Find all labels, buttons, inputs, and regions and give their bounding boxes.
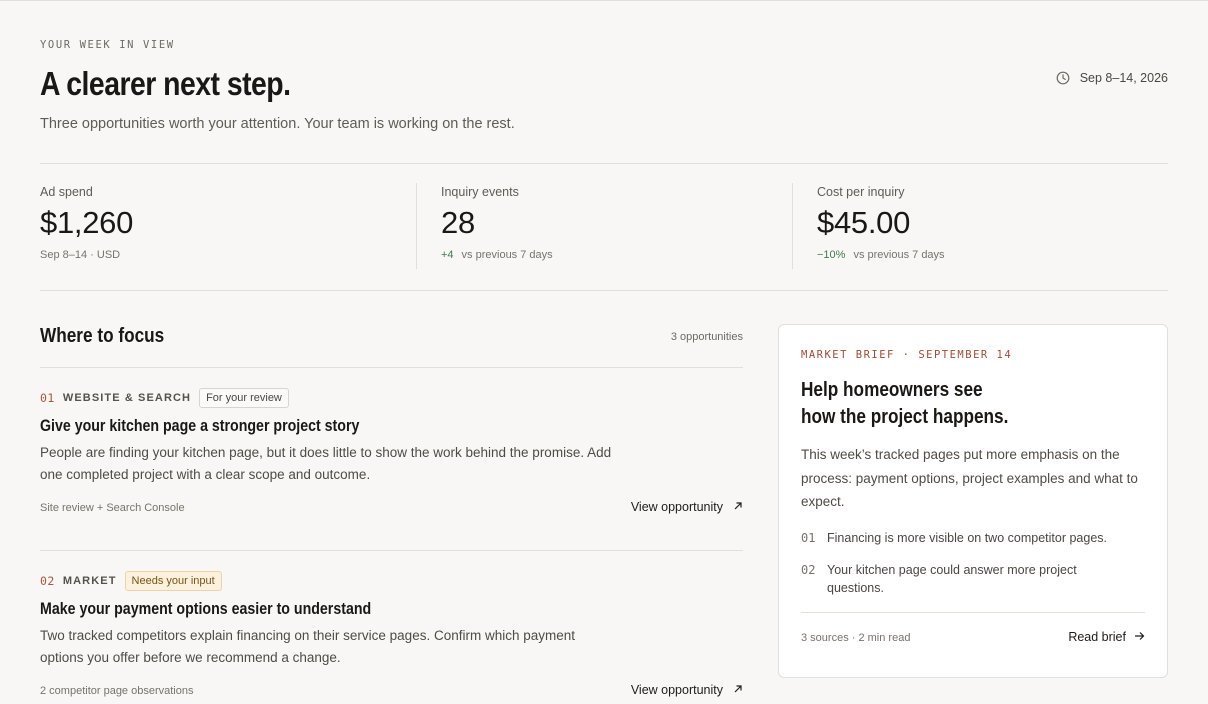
view-opportunity-link[interactable]: View opportunity [631,500,743,514]
stat-label: Cost per inquiry [817,185,905,199]
read-brief-link[interactable]: Read brief [1068,630,1145,644]
stat-ad-spend: Ad spend $1,260 Sep 8–14 · USD [40,183,416,269]
brief-body: This week’s tracked pages put more empha… [801,447,1138,509]
status-badge: Needs your input [124,571,222,591]
page-subtitle: Three opportunities worth your attention… [40,116,515,132]
market-brief-card: MARKET BRIEF · SEPTEMBER 14 Help homeown… [778,324,1168,678]
stat-cost-per-inquiry: Cost per inquiry $45.00 −10% vs previous… [792,183,1168,269]
opportunity-count: 3 opportunities [670,331,743,343]
page-title: A clearer next step. [40,65,291,102]
arrow-up-right-icon [733,500,743,514]
brief-points: 01 Financing is more visible on two comp… [801,529,1121,611]
date-range-label: Sep 8–14, 2026 [1079,71,1168,85]
page-eyebrow: YOUR WEEK IN VIEW [40,39,175,51]
opportunity-category: WEBSITE & SEARCH [62,392,192,404]
opportunity-source: 2 competitor page observations [40,685,194,697]
stat-label: Inquiry events [441,185,519,199]
opportunity-source: Site review + Search Console [40,502,185,514]
stat-meta: −10% vs previous 7 days [817,249,945,261]
status-badge: For your review [199,388,289,408]
date-range[interactable]: Sep 8–14, 2026 [1056,71,1168,85]
opportunity-card: 02 MARKET Needs your input Make your pay… [40,571,743,701]
stat-meta: +4 vs previous 7 days [441,249,553,261]
divider [40,550,743,551]
stat-delta: +4 [441,249,454,261]
divider [40,290,1168,291]
clock-icon [1056,71,1070,85]
divider [801,612,1145,613]
stat-value: 28 [441,205,475,240]
opportunity-category: MARKET [62,575,117,587]
focus-section-title: Where to focus [40,325,165,347]
brief-eyebrow: MARKET BRIEF · SEPTEMBER 14 [801,349,1013,361]
opportunity-number: 02 [40,574,55,588]
arrow-right-icon [1134,630,1145,644]
list-item: 01 Financing is more visible on two comp… [801,531,1107,545]
stats-row: Ad spend $1,260 Sep 8–14 · USD Inquiry e… [40,183,1168,269]
opportunity-card: 01 WEBSITE & SEARCH For your review Give… [40,388,743,518]
opportunity-title: Make your payment options easier to unde… [40,600,372,618]
stat-delta: −10% [817,249,846,261]
stat-value: $1,260 [40,205,134,240]
stat-label: Ad spend [40,185,93,199]
list-item: 02 Your kitchen page could answer more p… [801,563,1077,595]
divider [40,367,743,368]
opportunity-body: People are finding your kitchen page, bu… [40,445,612,482]
brief-title: Help homeowners see how the project happ… [801,379,1009,428]
stat-inquiry-events: Inquiry events 28 +4 vs previous 7 days [416,183,792,269]
opportunity-title: Give your kitchen page a stronger projec… [40,417,360,435]
opportunity-body: Two tracked competitors explain financin… [40,628,576,665]
stat-value: $45.00 [817,205,911,240]
divider [40,163,1168,164]
view-opportunity-link[interactable]: View opportunity [631,683,743,697]
brief-meta: 3 sources · 2 min read [801,632,911,644]
opportunity-number: 01 [40,391,55,405]
arrow-up-right-icon [733,683,743,697]
stat-meta: Sep 8–14 · USD [40,249,121,261]
